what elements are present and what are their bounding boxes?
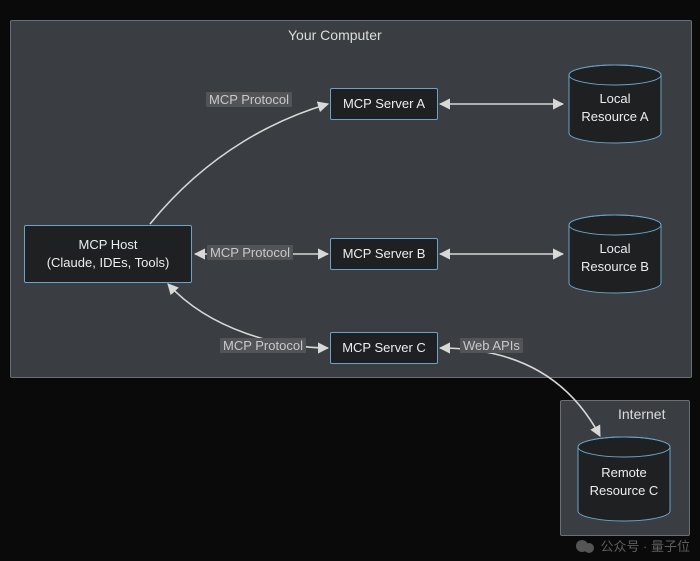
node-mcp-server-c: MCP Server C <box>330 332 438 364</box>
node-mcp-host-line1: MCP Host <box>79 236 138 254</box>
wechat-icon <box>576 537 594 555</box>
node-resource-b-line2: Resource B <box>581 258 649 276</box>
edge-label-protocol-a: MCP Protocol <box>206 92 292 107</box>
container-your-computer-label: Your Computer <box>288 27 382 43</box>
watermark: 公众号 · 量子位 <box>576 536 690 555</box>
node-resource-a-line2: Resource A <box>581 108 648 126</box>
node-resource-a-line1: Local <box>599 90 630 108</box>
edge-label-web-apis: Web APIs <box>460 338 523 353</box>
node-mcp-host-line2: (Claude, IDEs, Tools) <box>47 254 170 272</box>
edge-label-protocol-b: MCP Protocol <box>207 245 293 260</box>
container-internet-label: Internet <box>618 406 665 422</box>
node-resource-a: Local Resource A <box>565 64 665 144</box>
node-mcp-server-a-label: MCP Server A <box>343 95 425 113</box>
node-resource-b-line1: Local <box>599 240 630 258</box>
node-mcp-host: MCP Host (Claude, IDEs, Tools) <box>24 225 192 283</box>
node-resource-c-line1: Remote <box>601 464 647 482</box>
node-resource-c: Remote Resource C <box>574 436 674 522</box>
edge-label-protocol-c: MCP Protocol <box>220 338 306 353</box>
node-mcp-server-b-label: MCP Server B <box>343 245 426 263</box>
node-mcp-server-b: MCP Server B <box>330 238 438 270</box>
node-mcp-server-a: MCP Server A <box>330 88 438 120</box>
node-mcp-server-c-label: MCP Server C <box>342 339 426 357</box>
node-resource-b: Local Resource B <box>565 214 665 294</box>
node-resource-c-line2: Resource C <box>590 482 659 500</box>
watermark-text: 公众号 · 量子位 <box>600 536 690 555</box>
